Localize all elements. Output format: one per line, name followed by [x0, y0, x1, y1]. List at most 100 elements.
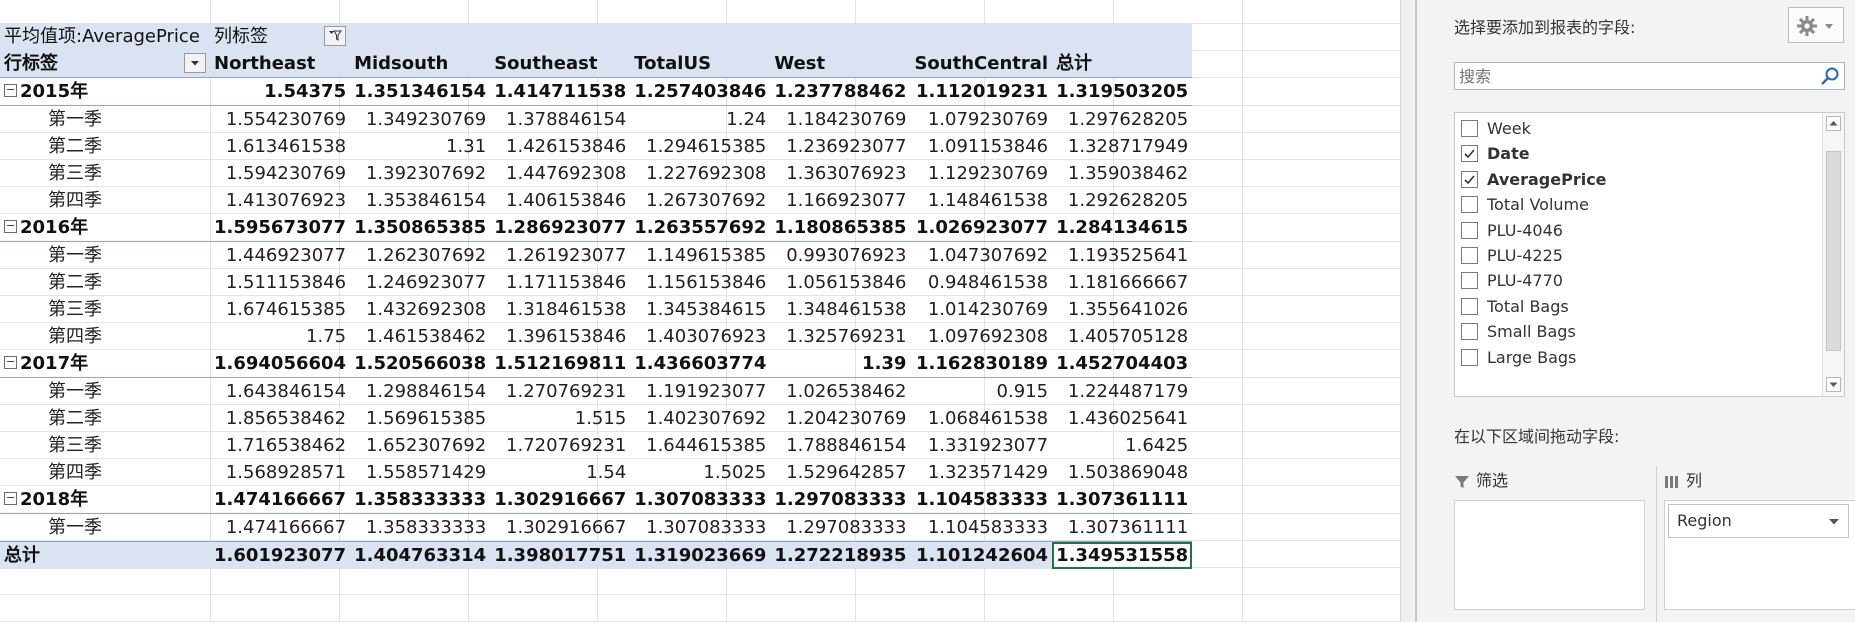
value-cell[interactable]: 1.180865385: [770, 214, 911, 242]
column-header-northeast[interactable]: Northeast: [210, 50, 351, 78]
value-cell[interactable]: 1.026538462: [770, 378, 910, 406]
field-search-box[interactable]: [1454, 62, 1845, 90]
column-label-cell[interactable]: 列标签: [210, 23, 351, 50]
value-cell[interactable]: 1.414711538: [490, 77, 631, 106]
pivot-table[interactable]: 平均值项:AveragePrice 列标签 行标签 Northeast Midsouth…: [0, 23, 1193, 569]
value-cell[interactable]: 1.436025641: [1052, 405, 1192, 432]
value-cell[interactable]: 1.594230769: [210, 160, 350, 187]
value-cell[interactable]: 1.350865385: [350, 214, 491, 242]
value-cell[interactable]: 1.184230769: [770, 106, 910, 134]
spreadsheet-area[interactable]: 平均值项:AveragePrice 列标签 行标签 Northeast Midsouth…: [0, 0, 1400, 622]
value-cell[interactable]: 1.204230769: [770, 405, 910, 432]
value-cell[interactable]: 1.307083333: [630, 486, 771, 514]
quarter-label-cell[interactable]: 第一季: [0, 378, 210, 406]
value-cell[interactable]: 1.156153846: [630, 269, 770, 296]
value-cell[interactable]: 1.331923077: [910, 432, 1052, 459]
value-cell[interactable]: 1.325769231: [770, 323, 910, 350]
column-header-west[interactable]: West: [770, 50, 911, 78]
collapse-icon[interactable]: −: [4, 83, 17, 97]
year-label-cell[interactable]: −2018年: [0, 486, 210, 514]
value-cell[interactable]: 1.392307692: [350, 160, 490, 187]
value-cell[interactable]: 1.24: [630, 106, 770, 134]
value-cell[interactable]: 1.323571429: [910, 459, 1052, 486]
value-cell[interactable]: 1.511153846: [210, 269, 350, 296]
scroll-up-button[interactable]: [1826, 116, 1841, 131]
quarter-label-cell[interactable]: 第一季: [0, 242, 210, 270]
value-cell[interactable]: 1.171153846: [490, 269, 630, 296]
value-cell[interactable]: 1.193525641: [1052, 242, 1192, 270]
column-header-总计[interactable]: 总计: [1052, 50, 1193, 78]
value-cell[interactable]: 1.405705128: [1052, 323, 1192, 350]
value-cell[interactable]: 1.148461538: [910, 187, 1052, 214]
value-cell[interactable]: 1.345384615: [630, 296, 770, 323]
value-cell[interactable]: 1.413076923: [210, 187, 350, 214]
pane-splitter[interactable]: [1400, 0, 1416, 622]
value-cell[interactable]: 1.068461538: [910, 405, 1052, 432]
grand-total-value[interactable]: 1.272218935: [770, 541, 911, 569]
grand-total-value[interactable]: 1.398017751: [490, 541, 631, 569]
value-cell[interactable]: 1.396153846: [490, 323, 630, 350]
value-cell[interactable]: 1.694056604: [210, 350, 351, 378]
value-cell[interactable]: 1.319503205: [1052, 77, 1193, 106]
value-cell[interactable]: 1.520566038: [350, 350, 491, 378]
value-cell[interactable]: 1.54375: [210, 77, 351, 106]
value-cell[interactable]: 1.613461538: [210, 133, 350, 160]
collapse-icon[interactable]: −: [4, 355, 17, 369]
quarter-label-cell[interactable]: 第四季: [0, 323, 210, 350]
value-cell[interactable]: 1.267307692: [630, 187, 770, 214]
value-cell[interactable]: 1.047307692: [910, 242, 1052, 270]
quarter-label-cell[interactable]: 第二季: [0, 405, 210, 432]
column-header-southcentral[interactable]: SouthCentral: [910, 50, 1053, 78]
quarter-label-cell[interactable]: 第一季: [0, 106, 210, 134]
value-cell[interactable]: 1.257403846: [630, 77, 771, 106]
value-cell[interactable]: 1.166923077: [770, 187, 910, 214]
field-item-plu-4770[interactable]: PLU-4770: [1455, 268, 1815, 294]
value-cell[interactable]: 1.297083333: [770, 486, 911, 514]
value-cell[interactable]: 0.915: [910, 378, 1052, 406]
value-cell[interactable]: 1.263557692: [630, 214, 771, 242]
value-cell[interactable]: 1.716538462: [210, 432, 350, 459]
value-cell[interactable]: 1.286923077: [490, 214, 631, 242]
value-cell[interactable]: 1.568928571: [210, 459, 350, 486]
field-list-scrollbar[interactable]: [1822, 113, 1844, 396]
value-cell[interactable]: 1.720769231: [490, 432, 630, 459]
quarter-label-cell[interactable]: 第二季: [0, 269, 210, 296]
collapse-icon[interactable]: −: [4, 219, 17, 233]
value-cell[interactable]: 1.104583333: [910, 514, 1052, 542]
value-cell[interactable]: 1.788846154: [770, 432, 910, 459]
value-cell[interactable]: 1.348461538: [770, 296, 910, 323]
value-cell[interactable]: 1.307361111: [1052, 514, 1192, 542]
value-cell[interactable]: 1.318461538: [490, 296, 630, 323]
value-cell[interactable]: 1.515: [490, 405, 630, 432]
field-item-averageprice[interactable]: AveragePrice: [1455, 167, 1815, 193]
value-cell[interactable]: 1.104583333: [910, 486, 1053, 514]
grand-total-value[interactable]: 1.601923077: [210, 541, 351, 569]
grand-total-value[interactable]: 1.319023669: [630, 541, 771, 569]
quarter-label-cell[interactable]: 第一季: [0, 514, 210, 542]
value-cell[interactable]: 1.569615385: [350, 405, 490, 432]
checkbox[interactable]: [1461, 196, 1478, 214]
chevron-down-icon[interactable]: [1828, 518, 1840, 526]
checkbox[interactable]: [1461, 221, 1478, 239]
column-field-region[interactable]: Region: [1668, 504, 1849, 538]
quarter-label-cell[interactable]: 第三季: [0, 432, 210, 459]
value-cell[interactable]: 1.302916667: [490, 514, 630, 542]
value-cell[interactable]: 1.674615385: [210, 296, 350, 323]
row-filter-button[interactable]: [184, 53, 206, 73]
field-item-week[interactable]: Week: [1455, 116, 1815, 142]
value-cell[interactable]: 1.079230769: [910, 106, 1052, 134]
checkbox-checked[interactable]: [1461, 145, 1478, 163]
checkbox[interactable]: [1461, 348, 1478, 366]
value-cell[interactable]: 1.355641026: [1052, 296, 1192, 323]
value-cell[interactable]: 1.512169811: [490, 350, 631, 378]
value-cell[interactable]: 1.014230769: [910, 296, 1052, 323]
field-item-plu-4225[interactable]: PLU-4225: [1455, 243, 1815, 269]
value-cell[interactable]: 1.856538462: [210, 405, 350, 432]
value-cell[interactable]: 1.292628205: [1052, 187, 1192, 214]
field-item-large-bags[interactable]: Large Bags: [1455, 345, 1815, 371]
value-cell[interactable]: 1.461538462: [350, 323, 490, 350]
value-cell[interactable]: 1.353846154: [350, 187, 490, 214]
column-header-totalus[interactable]: TotalUS: [630, 50, 771, 78]
value-cell[interactable]: 1.297628205: [1052, 106, 1192, 134]
value-cell[interactable]: 1.529642857: [770, 459, 910, 486]
